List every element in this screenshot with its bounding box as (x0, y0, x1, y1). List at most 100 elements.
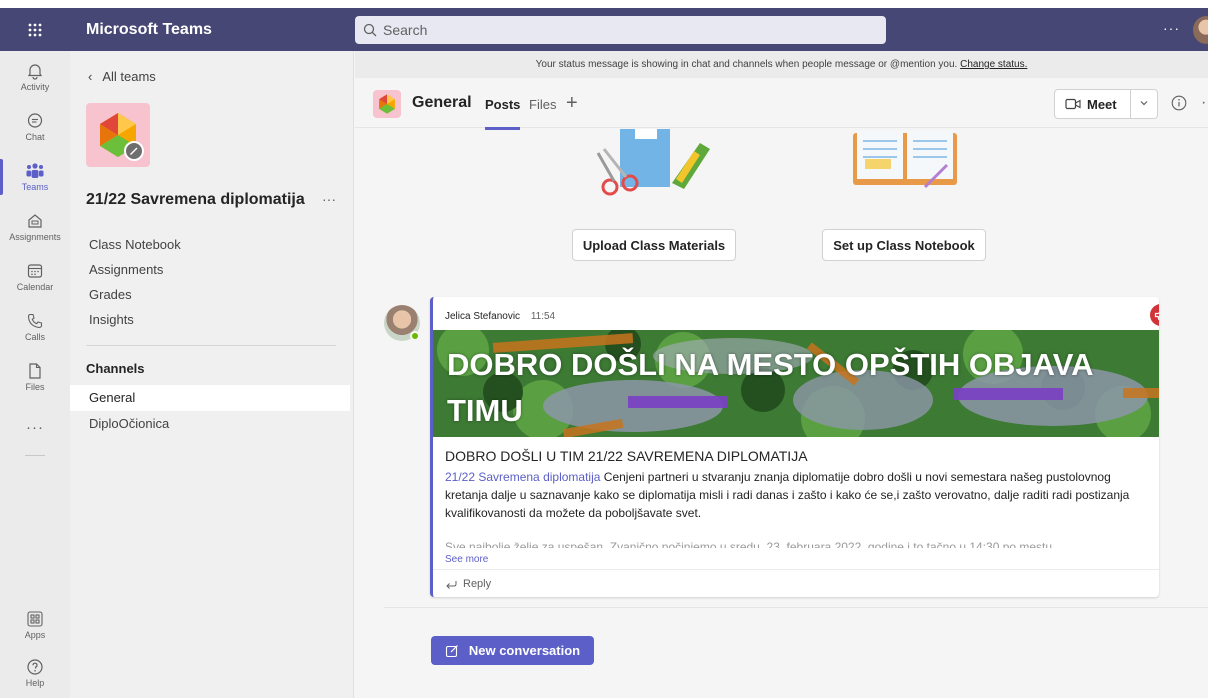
rail-more-apps[interactable]: ··· (0, 403, 70, 451)
change-status-link[interactable]: Change status. (960, 59, 1027, 70)
compose-icon (445, 644, 458, 657)
rail-teams[interactable]: Teams (0, 153, 70, 201)
calendar-icon (27, 264, 43, 278)
new-conversation-button[interactable]: New conversation (431, 636, 594, 665)
channel-title: General (412, 94, 472, 111)
upload-class-materials-button[interactable]: Upload Class Materials (572, 229, 736, 261)
hexagon-logo-icon (379, 94, 395, 114)
rail-label: Activity (20, 82, 50, 92)
team-avatar[interactable] (86, 103, 150, 167)
team-more-options-button[interactable]: ··· (322, 191, 336, 207)
app-launcher-button[interactable] (0, 8, 70, 51)
announcement-megaphone-icon (1150, 304, 1159, 326)
phone-icon (27, 313, 43, 329)
see-more-link[interactable]: See more (445, 554, 488, 565)
app-title: Microsoft Teams (86, 21, 212, 38)
rail-assignments[interactable]: Assignments (0, 203, 70, 251)
banner-headline: DOBRO DOŠLI NA MESTO OPŠTIH OBJAVA TIMU (447, 347, 1093, 428)
rail-help[interactable]: Help (0, 649, 70, 697)
rail-calendar[interactable]: Calendar (0, 253, 70, 301)
rail-label: Chat (25, 132, 45, 142)
author-avatar[interactable] (384, 305, 420, 341)
channel-diploocionica[interactable]: DiploOčionica (70, 411, 350, 437)
reply-arrow-icon (446, 580, 457, 589)
app-rail: Activity Chat Teams Assignments Calendar… (0, 51, 70, 698)
info-icon[interactable] (1171, 95, 1187, 111)
class-materials-illustration-icon (596, 129, 710, 196)
nav-insights[interactable]: Insights (89, 312, 134, 327)
header-more-button[interactable]: · (1201, 94, 1206, 112)
announcement-banner-image: DOBRO DOŠLI NA MESTO OPŠTIH OBJAVA TIMU (433, 330, 1159, 437)
post-meta: Jelica Stefanovic 11:54 (445, 311, 555, 322)
chevron-left-icon: ‹ (88, 69, 93, 84)
rail-label: Calendar (16, 282, 54, 292)
post-body-truncated-text: Sve najbolje želje za uspešan. Zvanično … (445, 540, 1053, 548)
rail-apps[interactable]: Apps (0, 601, 70, 649)
rail-calls[interactable]: Calls (0, 303, 70, 351)
all-teams-label: All teams (102, 69, 156, 84)
thread-separator (384, 607, 1208, 608)
rail-chat[interactable]: Chat (0, 103, 70, 151)
waffle-icon (28, 23, 42, 36)
channel-header: General Posts Files + Meet · (355, 78, 1208, 130)
nav-class-notebook[interactable]: Class Notebook (89, 237, 181, 252)
post-timestamp: 11:54 (530, 311, 556, 322)
banner-text: Your status message is showing in chat a… (535, 59, 958, 70)
team-pane: ‹ All teams 21/22 Savremena diplomatija … (70, 51, 354, 698)
chat-icon (27, 113, 43, 128)
reply-label: Reply (463, 577, 492, 590)
tab-posts[interactable]: Posts (485, 97, 521, 130)
presence-available-icon (410, 331, 420, 341)
assignments-icon (28, 214, 42, 228)
team-mention-link[interactable]: 21/22 Savremena diplomatija (445, 470, 600, 484)
reply-button[interactable]: Reply (433, 569, 1159, 597)
nav-assignments[interactable]: Assignments (89, 262, 163, 277)
rail-divider (25, 455, 45, 456)
user-avatar[interactable] (1193, 16, 1208, 44)
post-body: 21/22 Savremena diplomatija Cenjeni part… (445, 468, 1150, 522)
team-icon (373, 90, 401, 118)
meet-now-button[interactable]: Meet (1055, 90, 1131, 118)
meet-label: Meet (1087, 96, 1117, 112)
chevron-down-icon (1140, 100, 1148, 105)
search-box[interactable] (355, 16, 886, 44)
meet-button[interactable]: Meet (1054, 89, 1158, 119)
tab-files[interactable]: Files (529, 97, 556, 112)
apps-icon (27, 611, 43, 627)
file-icon (29, 363, 41, 379)
channels-heading[interactable]: Channels (86, 361, 145, 376)
nav-grades[interactable]: Grades (89, 287, 132, 302)
rail-label: Apps (24, 630, 46, 640)
rail-label: Teams (21, 182, 49, 192)
channel-view: Your status message is showing in chat a… (355, 51, 1208, 698)
help-icon (27, 659, 43, 675)
meet-dropdown-chevron[interactable] (1131, 98, 1157, 111)
rail-activity[interactable]: Activity (0, 53, 70, 101)
edit-team-picture-button[interactable] (124, 141, 144, 161)
bell-icon (27, 64, 43, 80)
set-up-class-notebook-button[interactable]: Set up Class Notebook (822, 229, 986, 261)
notebook-illustration-icon (853, 131, 957, 189)
top-bar: Microsoft Teams ··· (0, 0, 1208, 51)
rail-label: Calls (24, 332, 45, 342)
team-name: 21/22 Savremena diplomatija (86, 191, 305, 208)
rail-label: Help (25, 678, 45, 688)
pencil-icon (130, 147, 138, 155)
status-message-banner: Your status message is showing in chat a… (355, 51, 1208, 78)
announcement-post: Jelica Stefanovic 11:54 DOBRO DOŠLI NA M… (430, 297, 1159, 597)
add-tab-button[interactable]: + (566, 92, 578, 115)
video-camera-icon (1065, 98, 1081, 110)
new-conversation-label: New conversation (468, 643, 581, 658)
window-top-strip (0, 0, 1208, 8)
all-teams-link[interactable]: ‹ All teams (88, 69, 156, 84)
rail-files[interactable]: Files (0, 353, 70, 401)
rail-label: Assignments (9, 232, 61, 242)
search-icon (363, 23, 377, 37)
settings-more-button[interactable]: ··· (1163, 20, 1180, 36)
channel-general[interactable]: General (70, 385, 350, 411)
post-subject: DOBRO DOŠLI U TIM 21/22 SAVREMENA DIPLOM… (445, 448, 808, 464)
post-author[interactable]: Jelica Stefanovic (445, 311, 520, 322)
pane-divider (86, 345, 336, 346)
search-input[interactable] (383, 22, 863, 38)
rail-label: Files (25, 382, 45, 392)
